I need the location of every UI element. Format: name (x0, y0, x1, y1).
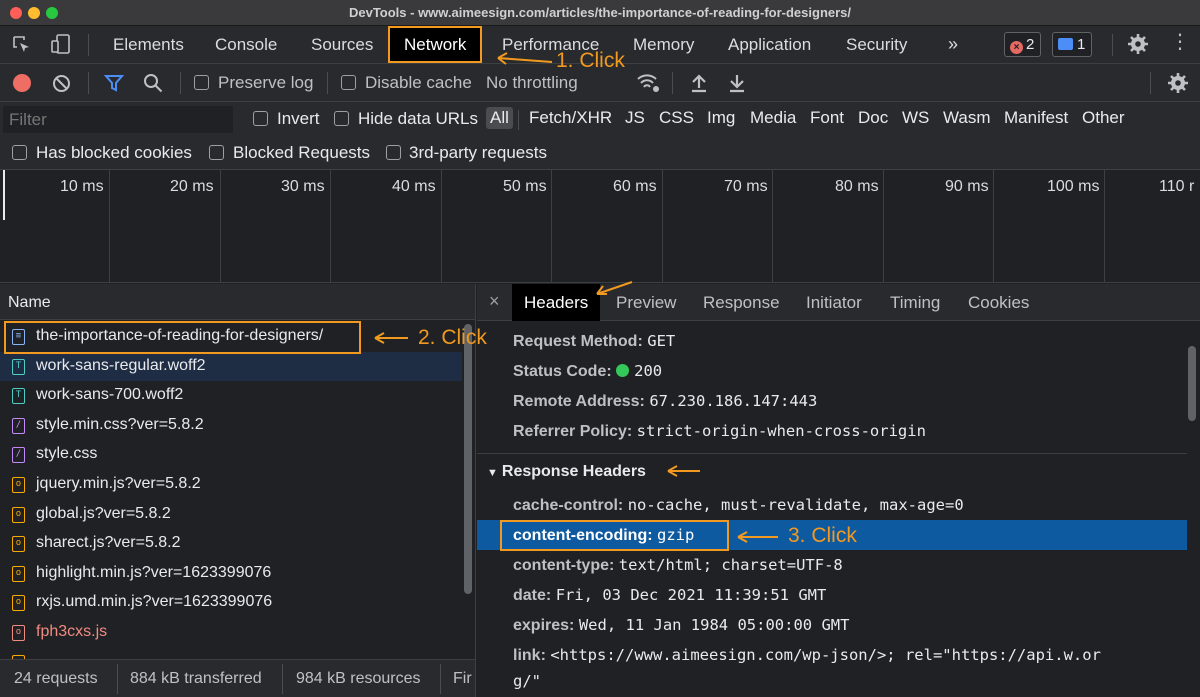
annotation-step-3: 3. Click (788, 524, 857, 547)
arrow-to-network-tab (497, 57, 553, 63)
annotation-step-1: 1. Click (556, 49, 625, 72)
highlight-document-row (4, 321, 361, 354)
annotation-step-2: 2. Click (418, 326, 487, 349)
highlight-content-encoding (500, 520, 729, 551)
annotation-arrows (374, 52, 778, 543)
